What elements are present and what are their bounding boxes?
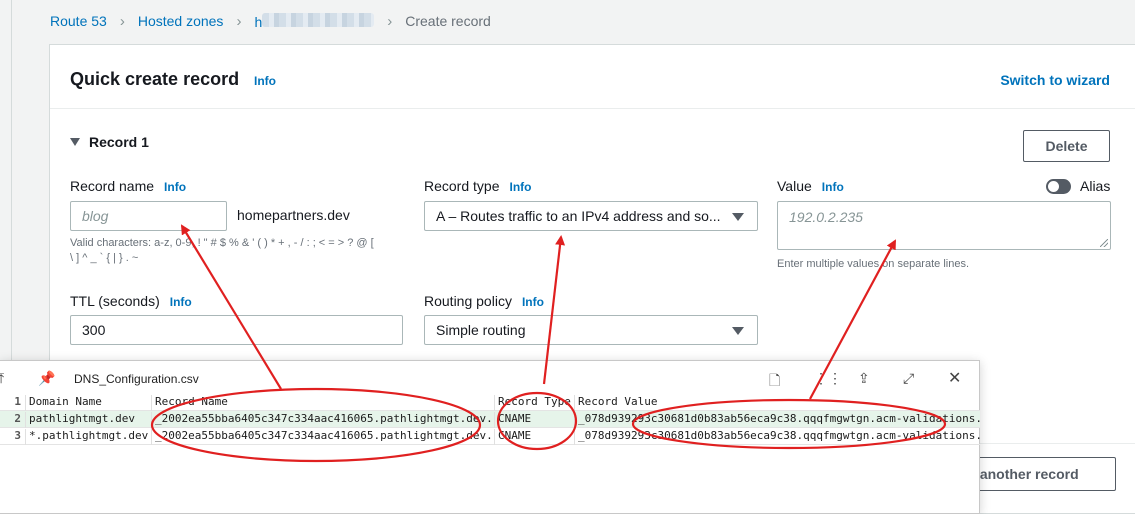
breadcrumb-hosted-zones[interactable]: Hosted zones (138, 13, 224, 29)
cell-record-type[interactable]: CNAME (494, 429, 574, 445)
alias-label: Alias (1080, 178, 1111, 194)
collapse-icon[interactable]: ⤒ (0, 370, 4, 387)
ttl-input[interactable]: 300 (70, 315, 403, 345)
value-label-text: Value (777, 178, 812, 194)
cell-domain-name[interactable]: pathlightmgt.dev (25, 412, 151, 428)
record-section-label: Record 1 (89, 134, 149, 150)
routing-policy-label-text: Routing policy (424, 293, 512, 309)
alias-toggle[interactable] (1046, 179, 1071, 194)
record-type-label: Record type Info (424, 178, 531, 194)
cell-record-value[interactable]: _078d939293c30681d0b83ab56eca9c38.qqqfmg… (574, 412, 980, 428)
table-row[interactable]: 3 *.pathlightmgt.dev _2002ea55bba6405c34… (0, 428, 980, 445)
domain-suffix: homepartners.dev (237, 207, 350, 223)
panel-title: Quick create record (70, 69, 240, 89)
value-textarea[interactable]: 192.0.2.235 (777, 201, 1111, 250)
column-header-domain-name[interactable]: Domain Name (25, 395, 151, 411)
caret-down-icon (732, 327, 744, 335)
csv-viewer-titlebar: ⤒ 📌 DNS_Configuration.csv 🗋 ⋮⋮ ⇪ ⤢ ✕ (0, 361, 979, 397)
record-name-info-link[interactable]: Info (164, 180, 186, 194)
record-section-toggle[interactable]: Record 1 (70, 134, 149, 150)
value-label: Value Info (777, 178, 844, 194)
record-type-select[interactable]: A – Routes traffic to an IPv4 address an… (424, 201, 758, 231)
chevron-right-icon: › (119, 12, 125, 30)
column-header-record-value[interactable]: Record Value (574, 395, 980, 411)
caret-down-icon (732, 213, 744, 221)
column-header-record-name[interactable]: Record Name (151, 395, 494, 411)
breadcrumb-current: Create record (405, 13, 491, 29)
cell-record-name[interactable]: _2002ea55bba6405c347c334aac416065.pathli… (151, 429, 494, 445)
column-header-record-type[interactable]: Record Type (494, 395, 574, 411)
grid-icon[interactable]: ⋮⋮ (814, 370, 842, 387)
record-name-input[interactable]: blog (70, 201, 227, 231)
panel-info-link[interactable]: Info (254, 74, 276, 88)
caret-down-icon (70, 138, 80, 146)
record-name-label-text: Record name (70, 178, 155, 194)
expand-icon[interactable]: ⤢ (903, 370, 914, 387)
routing-policy-info-link[interactable]: Info (522, 295, 544, 309)
record-type-value: A – Routes traffic to an IPv4 address an… (436, 208, 721, 224)
table-row[interactable]: 2 pathlightmgt.dev _2002ea55bba6405c347c… (0, 411, 980, 428)
row-number: 2 (14, 412, 21, 425)
routing-policy-label: Routing policy Info (424, 293, 544, 309)
row-number: 3 (14, 429, 21, 442)
record-type-info-link[interactable]: Info (509, 180, 531, 194)
panel-header: Quick create record Info Switch to wizar… (50, 45, 1135, 109)
csv-header-row: 1 Domain Name Record Name Record Type Re… (0, 394, 980, 411)
delete-button[interactable]: Delete (1023, 130, 1110, 162)
value-placeholder: 192.0.2.235 (789, 209, 863, 225)
ttl-label-text: TTL (seconds) (70, 293, 160, 309)
chevron-right-icon: › (236, 12, 242, 30)
open-file-icon[interactable]: 🗋 (769, 370, 780, 394)
csv-file-name: DNS_Configuration.csv (74, 372, 199, 386)
resize-grip-icon[interactable] (1100, 239, 1108, 247)
cell-domain-name[interactable]: *.pathlightmgt.dev (25, 429, 151, 445)
value-hint: Enter multiple values on separate lines. (777, 258, 969, 270)
cell-record-name[interactable]: _2002ea55bba6405c347c334aac416065.pathli… (151, 412, 494, 428)
ttl-info-link[interactable]: Info (170, 295, 192, 309)
pin-icon[interactable]: 📌 (38, 370, 55, 387)
chevron-right-icon: › (387, 12, 393, 30)
breadcrumb-route53[interactable]: Route 53 (50, 13, 107, 29)
breadcrumb: Route 53 › Hosted zones › h › Create rec… (50, 11, 491, 31)
csv-viewer-window: ⤒ 📌 DNS_Configuration.csv 🗋 ⋮⋮ ⇪ ⤢ ✕ 1 D… (0, 360, 980, 514)
record-name-hint-line1: Valid characters: a-z, 0-9, ! " # $ % & … (70, 237, 374, 249)
switch-to-wizard-link[interactable]: Switch to wizard (1000, 72, 1110, 88)
routing-policy-select[interactable]: Simple routing (424, 315, 758, 345)
row-number: 1 (14, 395, 21, 408)
breadcrumb-zone-name[interactable]: h (254, 12, 375, 30)
ttl-label: TTL (seconds) Info (70, 293, 192, 309)
record-name-hint: Valid characters: a-z, 0-9, ! " # $ % & … (70, 236, 374, 266)
cell-record-type[interactable]: CNAME (494, 412, 574, 428)
record-name-label: Record name Info (70, 178, 186, 194)
close-icon[interactable]: ✕ (948, 368, 961, 388)
value-info-link[interactable]: Info (822, 180, 844, 194)
record-type-label-text: Record type (424, 178, 500, 194)
record-name-hint-line2: \ ] ^ _ ` { | } . ~ (70, 252, 139, 264)
share-icon[interactable]: ⇪ (858, 370, 870, 387)
cell-record-value[interactable]: _078d939293c30681d0b83ab56eca9c38.qqqfmg… (574, 429, 980, 445)
redacted-text (262, 12, 375, 27)
routing-policy-value: Simple routing (436, 322, 526, 338)
